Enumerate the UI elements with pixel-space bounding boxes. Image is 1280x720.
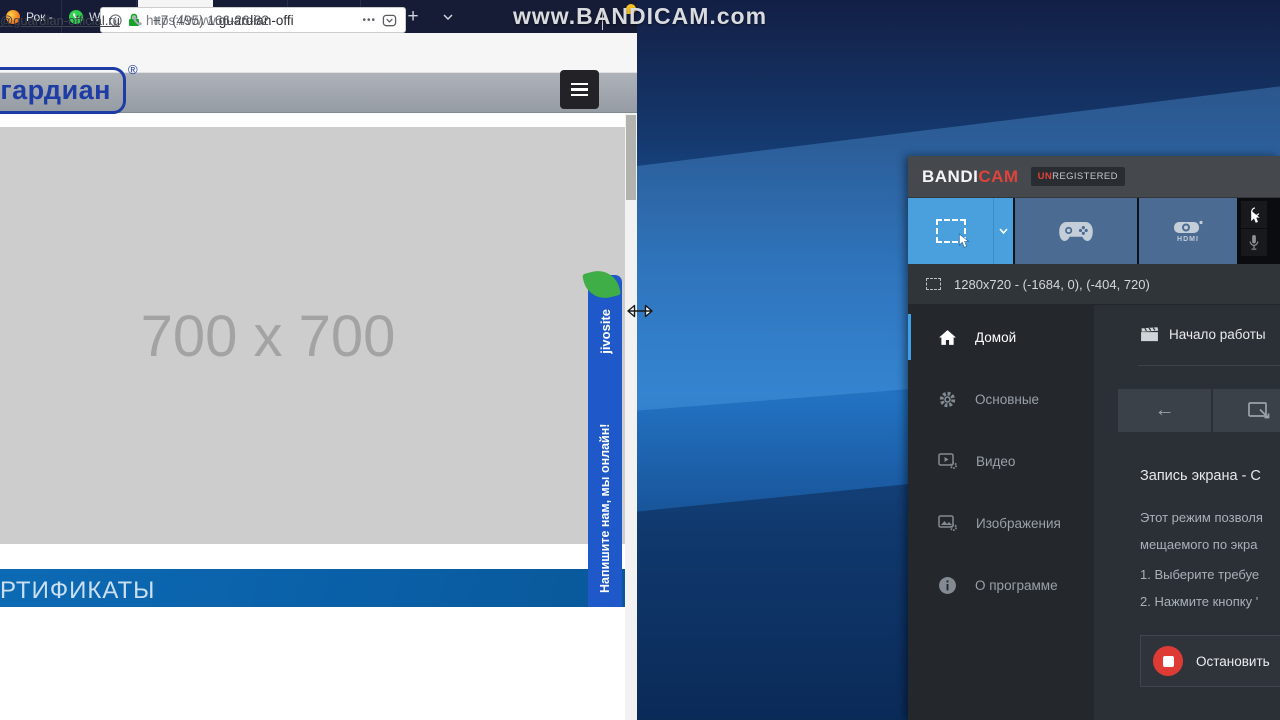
screen-region-icon xyxy=(935,219,970,248)
sidebar-item-images[interactable]: Изображения xyxy=(908,500,1094,546)
step-line: 1. Выберите требуе xyxy=(1140,567,1260,582)
stop-recording-button[interactable]: Остановить xyxy=(1140,635,1280,687)
device-recording-mode-button[interactable]: HDMI xyxy=(1139,198,1237,264)
firefox-window: Рок - Whats Оф × Рекла Я онлай > + xyxy=(0,0,637,720)
stop-icon xyxy=(1153,646,1183,676)
webcam-icon xyxy=(1174,220,1203,233)
clapperboard-icon xyxy=(1141,327,1159,342)
step-line: 2. Нажмите кнопку ' xyxy=(1140,594,1259,609)
jivosite-rotated-text: Напишите нам, мы онлайн! jivosite xyxy=(588,275,622,607)
guardian-page: @guardian-official.ru +7 (495) 166-26-82… xyxy=(0,13,637,720)
bandicam-titlebar[interactable]: BANDICAM UNREGISTERED xyxy=(908,156,1280,198)
cursor-icon xyxy=(1250,206,1260,223)
stop-label: Остановить xyxy=(1196,653,1270,669)
select-region-button[interactable] xyxy=(1213,389,1280,432)
placeholder-size-label: 700 x 700 xyxy=(140,304,396,369)
hdmi-label: HDMI xyxy=(1177,235,1199,243)
sidebar-item-video[interactable]: Видео xyxy=(908,438,1094,484)
screen-mode-dropdown[interactable] xyxy=(993,198,1013,264)
region-icon xyxy=(926,278,941,290)
certificates-heading: РТИФИКАТЫ xyxy=(0,577,156,604)
wizard-buttons: ← xyxy=(1118,389,1280,432)
mode-title: Запись экрана - С xyxy=(1140,468,1261,484)
mode-steps: 1. Выберите требуе 2. Нажмите кнопку ' xyxy=(1140,561,1259,615)
back-button[interactable]: ← xyxy=(1118,389,1211,432)
capture-region-text: 1280x720 - (-1684, 0), (-404, 720) xyxy=(954,276,1150,292)
sidebar-label: Основные xyxy=(975,391,1040,407)
jivosite-chat-widget[interactable]: Напишите нам, мы онлайн! jivosite xyxy=(581,266,622,607)
getting-started-header: Начало работы xyxy=(1140,327,1266,342)
chat-invite-text: Напишите нам, мы онлайн! xyxy=(598,423,612,593)
scrollbar-thumb[interactable] xyxy=(626,115,636,200)
microphone-button[interactable] xyxy=(1241,229,1267,256)
divider xyxy=(1138,365,1280,366)
recording-mode-toolbar: HDMI xyxy=(908,198,1280,264)
product-image-placeholder: 700 x 700 xyxy=(0,127,637,544)
bandicam-logo: BANDICAM xyxy=(922,166,1019,186)
guardian-logo[interactable]: гардиан xyxy=(0,67,126,114)
home-icon xyxy=(939,329,956,345)
bandicam-main-panel: Начало работы ← Запись экрана - С Этот р… xyxy=(1094,305,1280,720)
toolbar-right-panel xyxy=(1237,198,1280,264)
sidebar-label: О программе xyxy=(975,577,1058,593)
gamepad-icon xyxy=(1059,221,1093,241)
chevron-down-icon xyxy=(999,228,1008,234)
sidebar-item-home[interactable]: Домой xyxy=(908,314,1094,360)
bandicam-window: BANDICAM UNREGISTERED HDMI 1280x720 - (-… xyxy=(908,156,1280,720)
mode-description: Этот режим позволя мещаемого по экра xyxy=(1140,504,1263,558)
bandicam-watermark: www.BANDICAM.com xyxy=(512,3,768,29)
header-label: Начало работы xyxy=(1169,327,1266,342)
gear-icon xyxy=(939,391,956,407)
certificates-band: РТИФИКАТЫ xyxy=(0,569,637,607)
resize-cursor-icon xyxy=(626,302,654,325)
description-line: мещаемого по экра xyxy=(1140,537,1258,552)
image-settings-icon xyxy=(938,515,957,531)
info-icon xyxy=(939,576,956,594)
microphone-icon xyxy=(1249,234,1259,250)
sidebar-item-about[interactable]: О программе xyxy=(908,562,1094,608)
mouse-effect-button[interactable] xyxy=(1241,201,1267,228)
game-recording-mode-button[interactable] xyxy=(1015,198,1137,264)
jivosite-brand: jivosite xyxy=(597,309,613,354)
sidebar-label: Домой xyxy=(975,329,1017,345)
video-settings-icon xyxy=(938,453,957,469)
sidebar-item-general[interactable]: Основные xyxy=(908,376,1094,422)
screen-recording-mode-button[interactable] xyxy=(908,198,993,264)
sidebar-label: Изображения xyxy=(976,515,1061,531)
capture-status-bar: 1280x720 - (-1684, 0), (-404, 720) xyxy=(908,264,1280,305)
bandicam-sidebar: Домой Основные Видео Изображения О прогр… xyxy=(908,305,1094,720)
unregistered-badge: UNREGISTERED xyxy=(1030,167,1125,186)
sidebar-label: Видео xyxy=(976,453,1016,469)
region-select-icon xyxy=(1247,402,1269,419)
description-line: Этот режим позволя xyxy=(1140,510,1263,525)
page-scrollbar[interactable] xyxy=(625,113,637,720)
active-accent xyxy=(908,314,911,360)
